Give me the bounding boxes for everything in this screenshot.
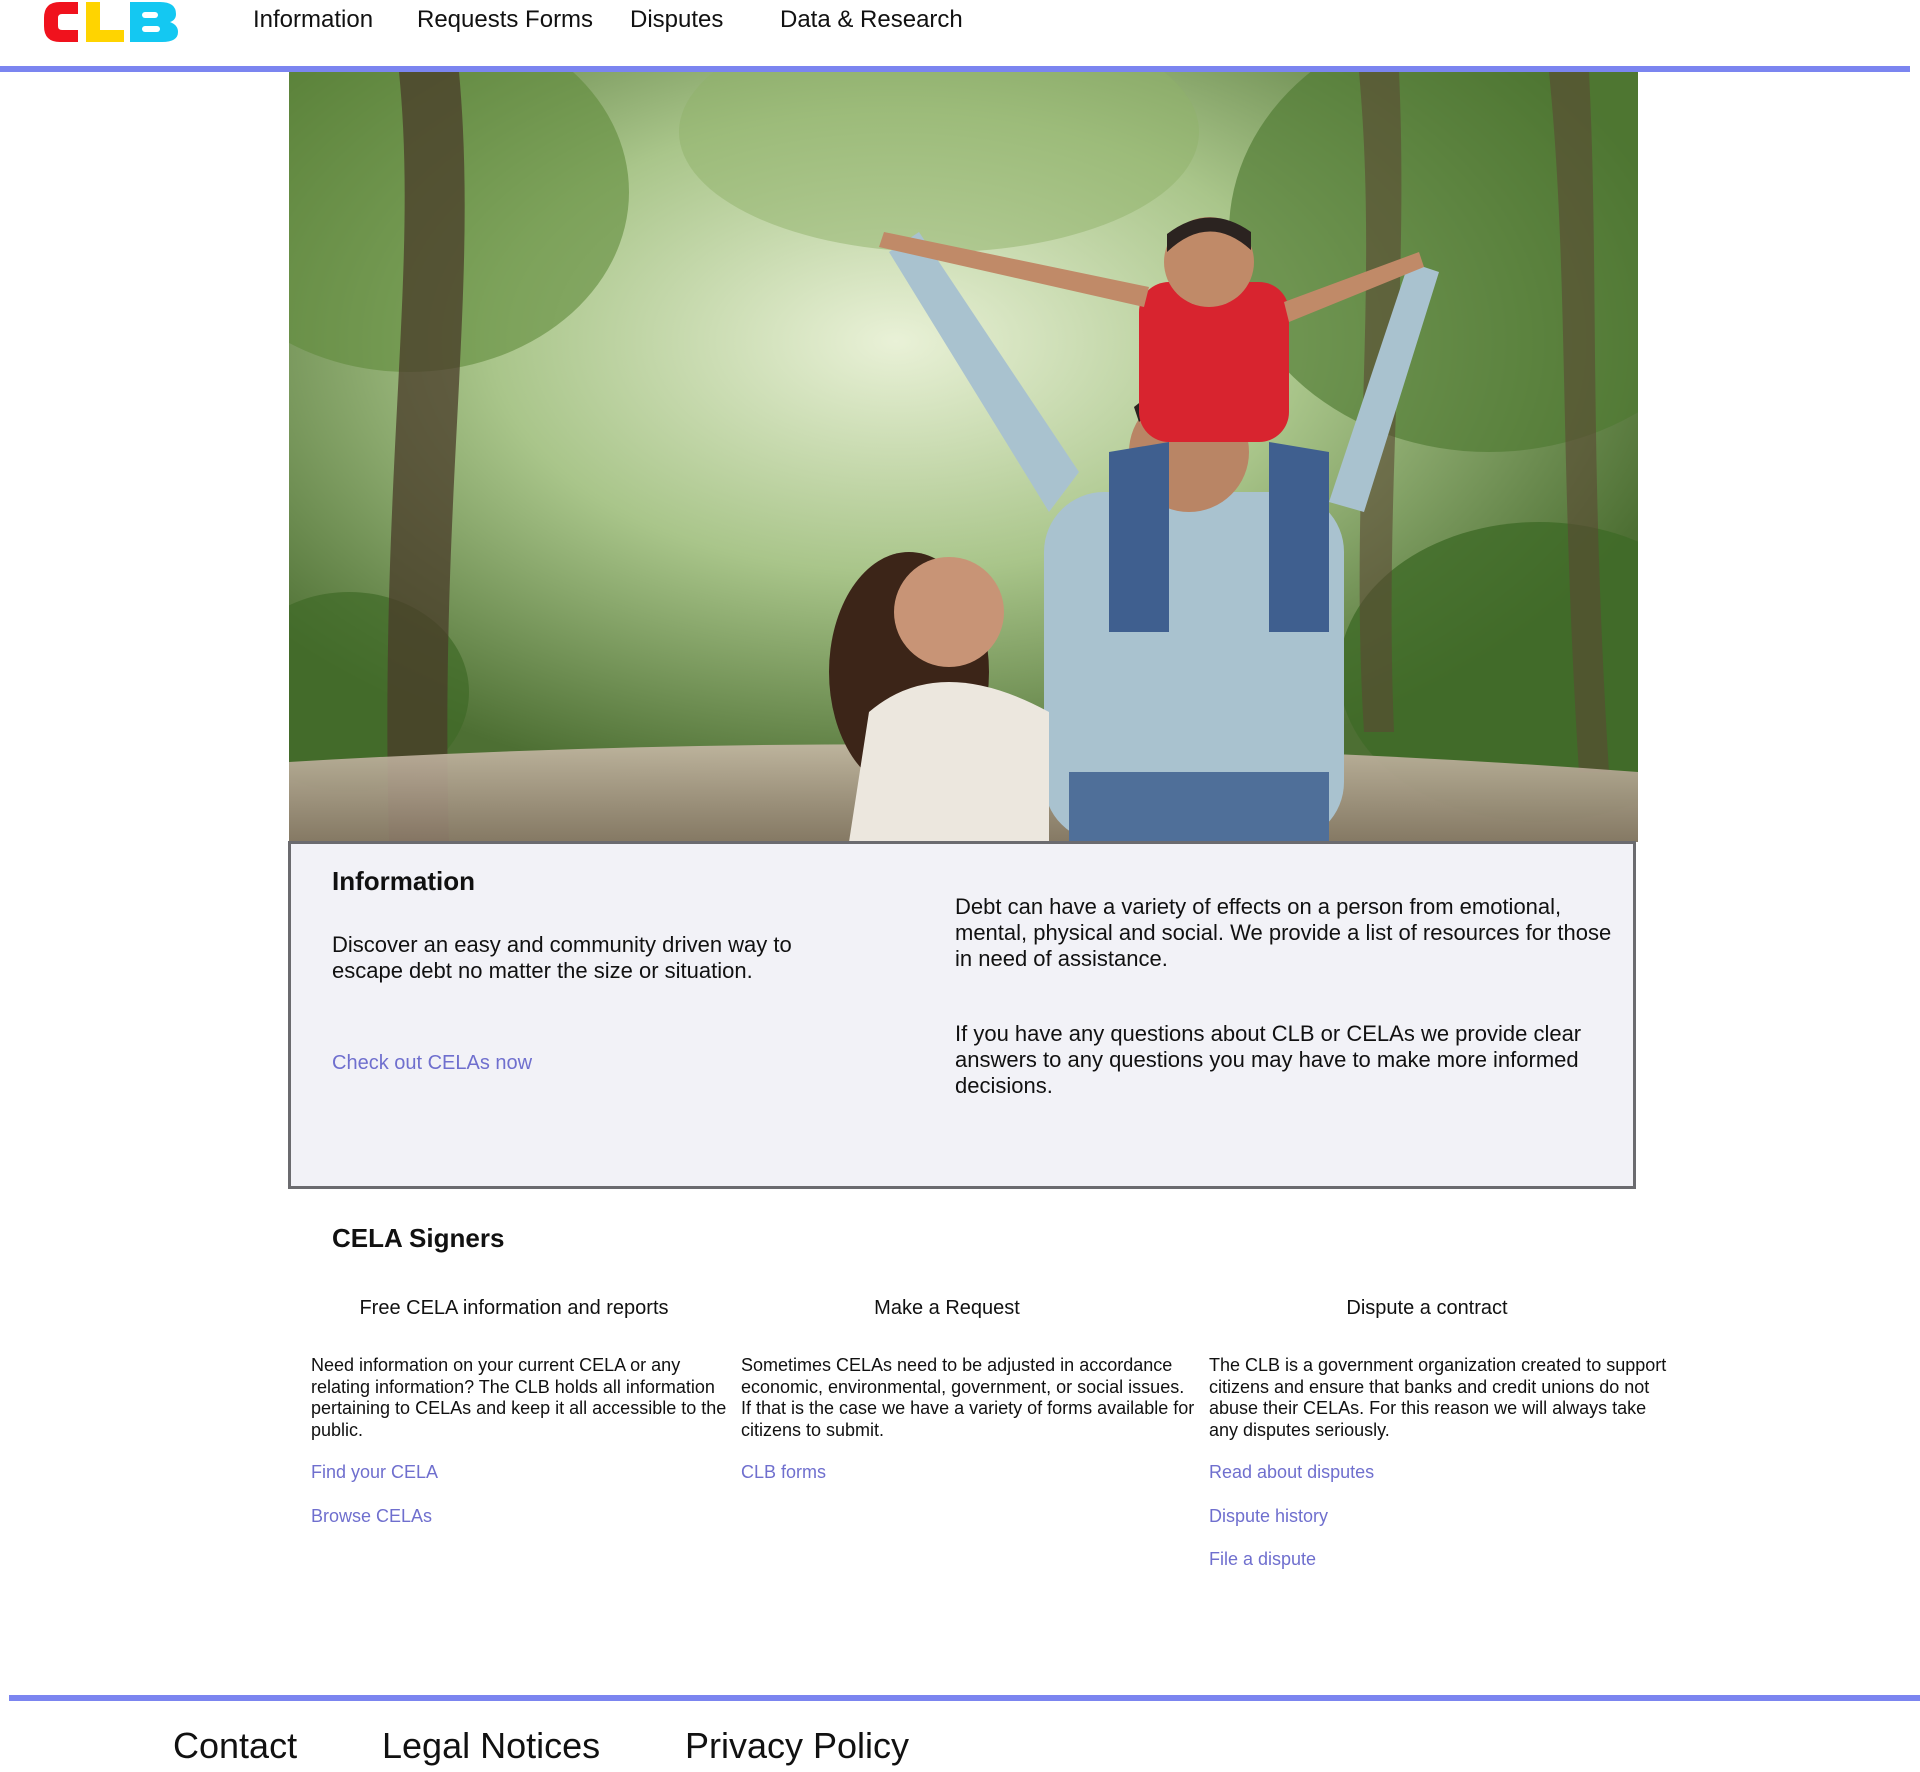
footer-divider: [9, 1695, 1920, 1701]
info-paragraph-effects: Debt can have a variety of effects on a …: [955, 894, 1612, 971]
nav-data-research[interactable]: Data & Research: [780, 6, 963, 34]
signers-heading: CELA Signers: [332, 1223, 505, 1253]
nav-requests-forms[interactable]: Requests Forms: [417, 6, 593, 34]
info-intro: Discover an easy and community driven wa…: [332, 932, 792, 983]
footer-privacy-policy-link[interactable]: Privacy Policy: [685, 1725, 909, 1767]
read-about-disputes-link[interactable]: Read about disputes: [1209, 1462, 1374, 1483]
hero-image: [289, 72, 1638, 842]
find-your-cela-link[interactable]: Find your CELA: [311, 1462, 438, 1483]
info-heading: Information: [332, 866, 475, 896]
column-title-info-reports: Free CELA information and reports: [359, 1297, 669, 1319]
browse-celas-link[interactable]: Browse CELAs: [311, 1506, 432, 1527]
nav-disputes[interactable]: Disputes: [630, 6, 723, 34]
column-title-dispute-contract: Dispute a contract: [1346, 1297, 1508, 1319]
info-paragraph-questions: If you have any questions about CLB or C…: [955, 1021, 1582, 1098]
column-description-make-request: Sometimes CELAs need to be adjusted in a…: [741, 1355, 1195, 1440]
footer-legal-notices-link[interactable]: Legal Notices: [382, 1725, 600, 1767]
clb-forms-link[interactable]: CLB forms: [741, 1462, 826, 1483]
clb-logo[interactable]: [42, 0, 182, 44]
column-description-dispute-contract: The CLB is a government organization cre…: [1209, 1355, 1667, 1440]
footer-contact-link[interactable]: Contact: [173, 1725, 297, 1767]
check-out-celas-link[interactable]: Check out CELAs now: [332, 1052, 532, 1075]
file-a-dispute-link[interactable]: File a dispute: [1209, 1549, 1316, 1570]
dispute-history-link[interactable]: Dispute history: [1209, 1506, 1328, 1527]
nav-information[interactable]: Information: [253, 6, 373, 34]
column-description-info-reports: Need information on your current CELA or…: [311, 1355, 727, 1440]
column-title-make-request: Make a Request: [874, 1297, 1020, 1319]
